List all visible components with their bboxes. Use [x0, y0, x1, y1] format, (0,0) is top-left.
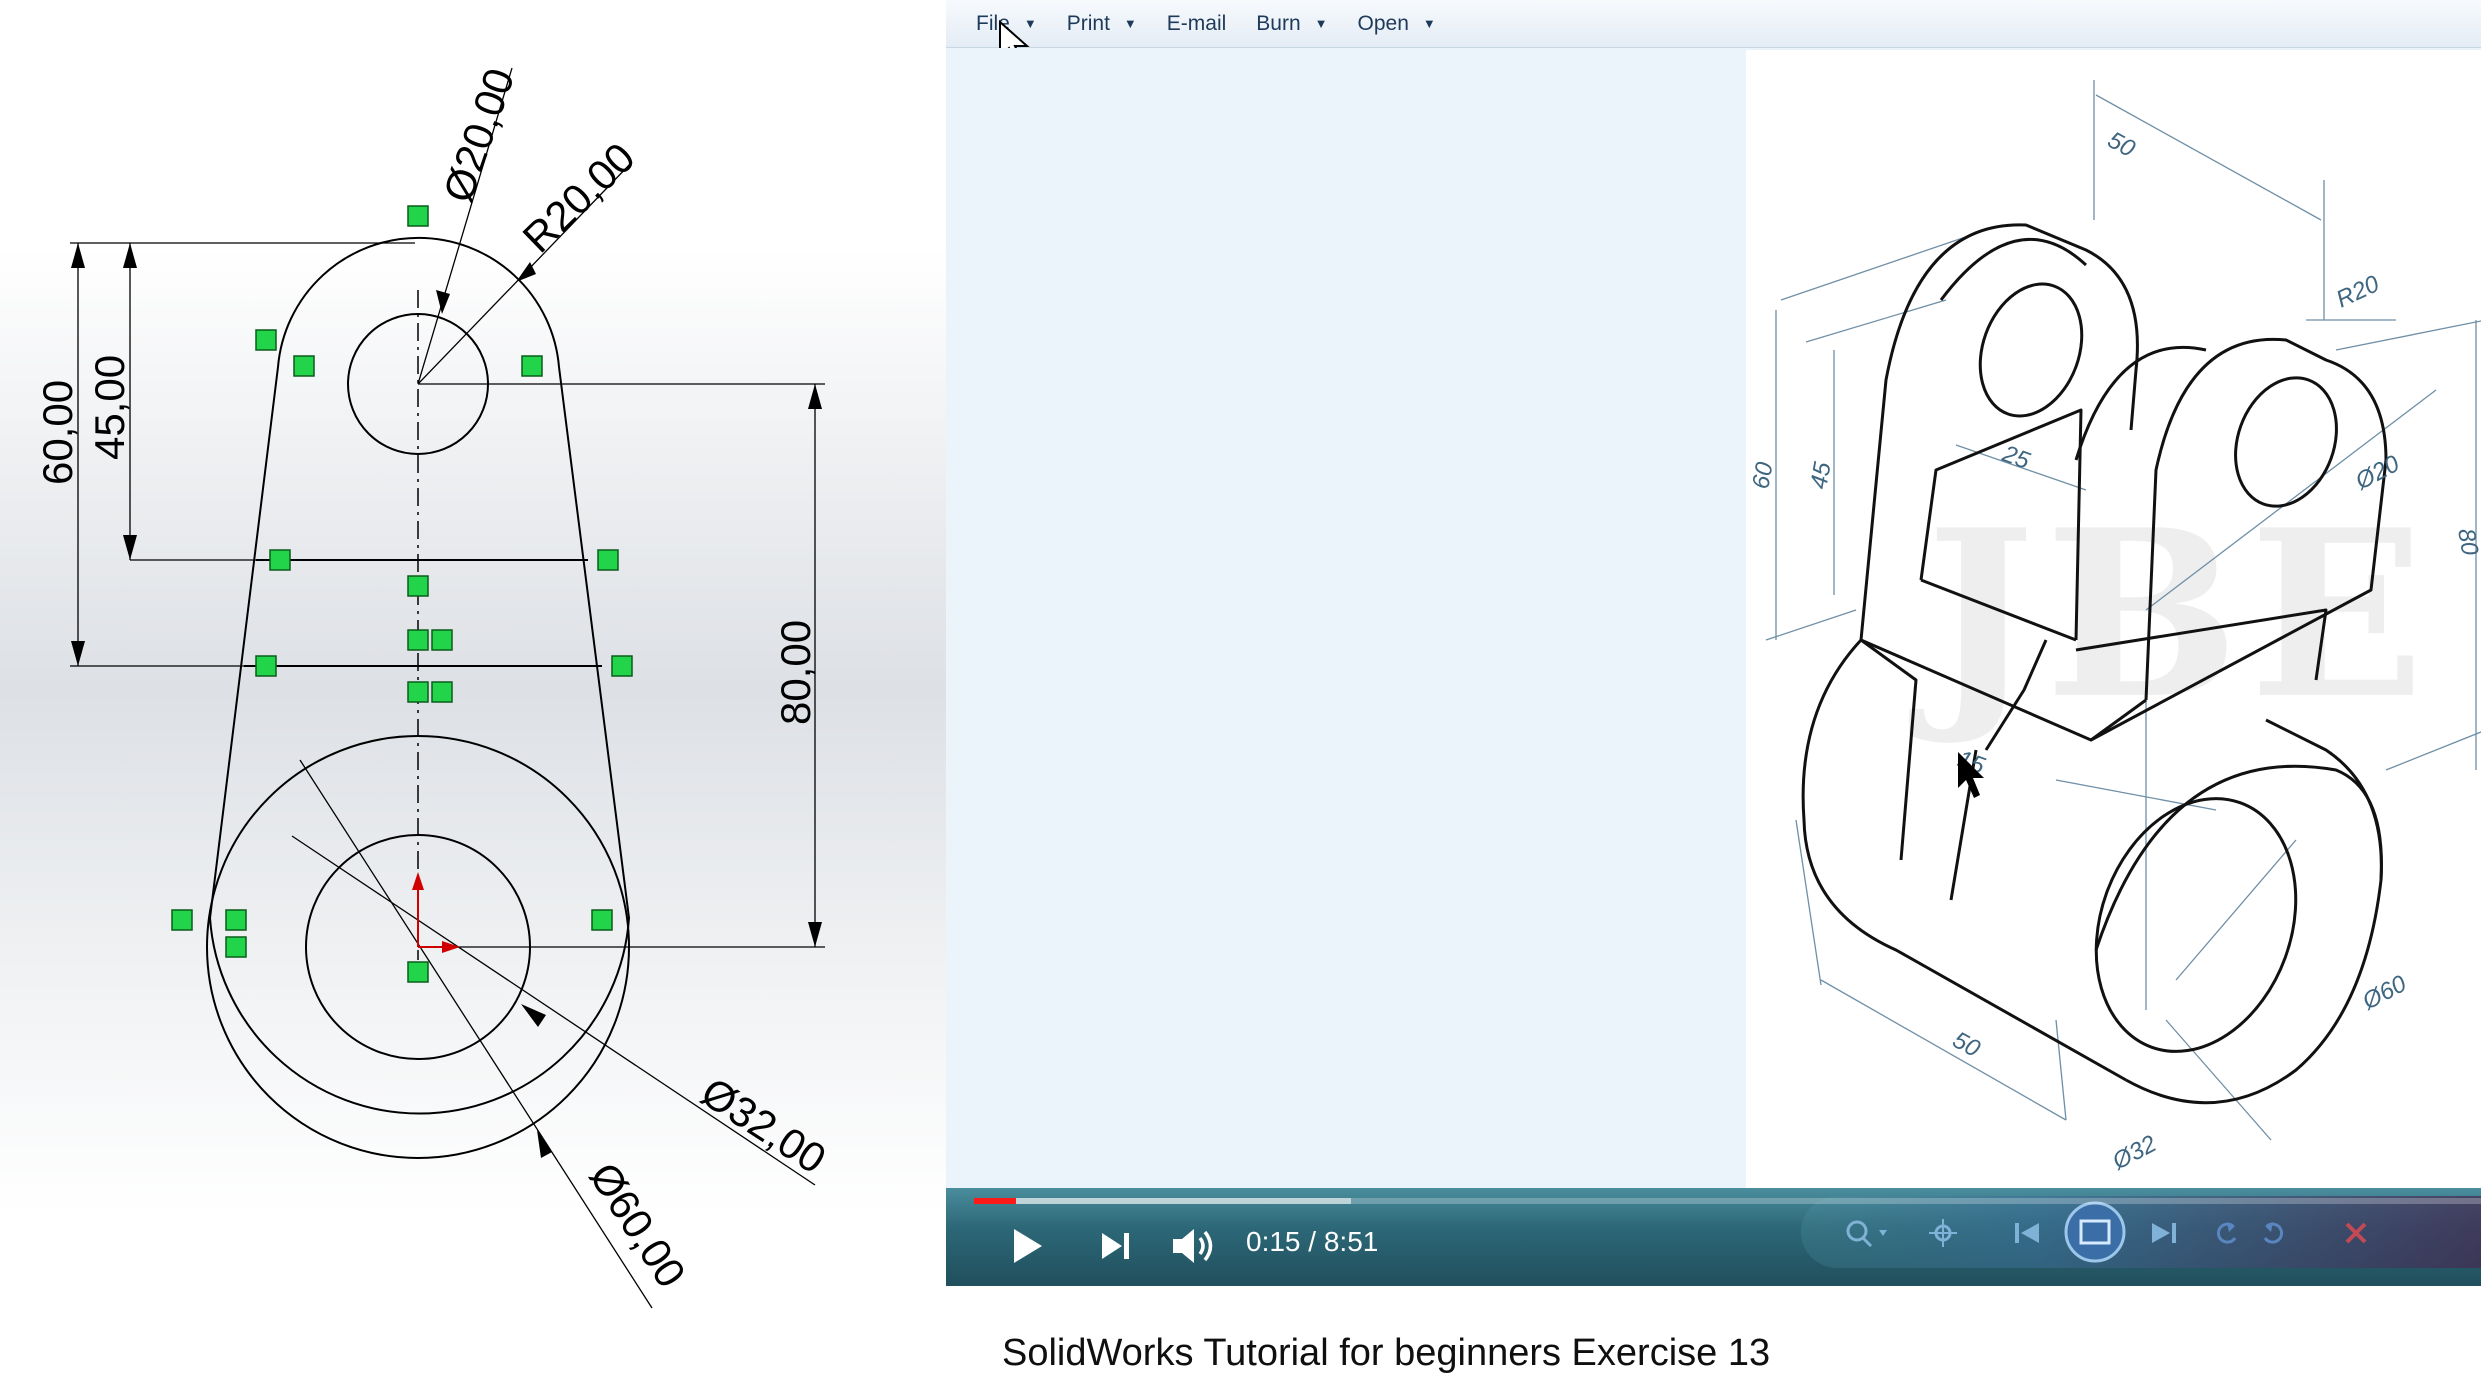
relation-glyph [407, 629, 429, 651]
menu-open[interactable]: Open ▼ [1358, 12, 1436, 36]
relation-glyph [597, 549, 619, 571]
relation-glyph [591, 909, 613, 931]
time-display: 0:15 / 8:51 [1246, 1226, 1378, 1258]
chevron-down-icon: ▼ [1123, 16, 1137, 31]
label-dia-32: Ø32 [2107, 1130, 2161, 1176]
video-player[interactable]: File ▼ Print ▼ E-mail Burn ▼ Open ▼ JBE [946, 0, 2481, 1381]
label-height-45: 45 [1805, 459, 1836, 491]
relation-glyph [255, 329, 277, 351]
dim-radius-top[interactable]: R20,00 [514, 134, 644, 262]
delete-icon[interactable] [2341, 1218, 2371, 1248]
volume-icon[interactable] [1170, 1226, 1218, 1266]
relation-glyph [431, 681, 453, 703]
relation-glyph [171, 909, 193, 931]
progress-played [974, 1198, 1017, 1204]
rotate-right-icon[interactable] [2259, 1218, 2289, 1248]
solidworks-sketch-viewport[interactable]: Ø20,00 R20,00 60,00 45,00 80,00 Ø32,00 Ø… [0, 0, 946, 1381]
relation-glyph [293, 355, 315, 377]
sketch-canvas[interactable]: Ø20,00 R20,00 60,00 45,00 80,00 Ø32,00 Ø… [0, 0, 946, 1381]
menu-burn[interactable]: Burn ▼ [1256, 12, 1327, 36]
dim-dia-top[interactable]: Ø20,00 [434, 62, 523, 208]
relation-glyph [407, 961, 429, 983]
next-icon[interactable] [2146, 1218, 2180, 1248]
relation-glyph [269, 549, 291, 571]
play-icon[interactable] [1010, 1226, 1046, 1266]
dim-height-inner[interactable]: 45,00 [86, 355, 133, 460]
relation-glyph [611, 655, 633, 677]
dim-dia-outer-bottom[interactable]: Ø60,00 [580, 1154, 694, 1295]
label-height-80: 80 [2452, 526, 2481, 558]
label-width-top: 50 [2103, 126, 2140, 163]
menu-label: Open [1357, 11, 1409, 35]
time-total: 8:51 [1323, 1226, 1379, 1257]
slideshow-icon[interactable] [2063, 1200, 2127, 1264]
dim-height-total[interactable]: 60,00 [34, 380, 81, 485]
menu-email[interactable]: E-mail [1167, 12, 1227, 36]
time-current: 0:15 [1246, 1226, 1301, 1257]
menu-label: Print [1066, 11, 1110, 35]
dim-center-distance[interactable]: 80,00 [772, 620, 819, 725]
dim-dia-inner-bottom[interactable]: Ø32,00 [693, 1068, 834, 1182]
skip-next-icon[interactable] [1098, 1230, 1134, 1262]
time-separator: / [1308, 1226, 1317, 1257]
wmp-transport-controls [1801, 1196, 2481, 1268]
label-hole-20: Ø20 [2350, 450, 2404, 496]
relation-glyph [407, 575, 429, 597]
previous-icon[interactable] [2011, 1218, 2045, 1248]
relation-glyph [407, 205, 429, 227]
zoom-icon[interactable] [1841, 1216, 1889, 1250]
video-frame[interactable]: JBE 50 R20 60 45 25 Ø20 80 15 50 Ø60 Ø32 [946, 48, 2481, 1188]
chevron-down-icon: ▼ [1422, 16, 1436, 31]
progress-bar[interactable] [974, 1198, 2481, 1204]
relation-glyph [225, 909, 247, 931]
video-title[interactable]: SolidWorks Tutorial for beginners Exerci… [1002, 1332, 1770, 1375]
relation-glyph [431, 629, 453, 651]
media-control-bar: 0:15 / 8:51 [946, 1188, 2481, 1286]
menu-print[interactable]: Print ▼ [1067, 12, 1137, 36]
label-radius: R20 [2332, 270, 2384, 313]
relation-glyph [255, 655, 277, 677]
relation-glyph [225, 936, 247, 958]
viewer-menu-bar: File ▼ Print ▼ E-mail Burn ▼ Open ▼ [946, 0, 2481, 48]
menu-label: Burn [1256, 11, 1301, 35]
isometric-drawing: JBE 50 R20 60 45 25 Ø20 80 15 50 Ø60 Ø32 [1746, 50, 2481, 1188]
chevron-down-icon: ▼ [1314, 16, 1328, 31]
relation-glyph [521, 355, 543, 377]
label-width-bottom: 50 [1948, 1026, 1985, 1063]
pan-icon[interactable] [1926, 1216, 1960, 1250]
progress-buffered [974, 1198, 1351, 1204]
menu-label: E-mail [1166, 11, 1227, 35]
rotate-left-icon[interactable] [2211, 1218, 2241, 1248]
label-dia-60: Ø60 [2357, 970, 2411, 1016]
relation-glyph [407, 681, 429, 703]
label-height-60: 60 [1747, 459, 1778, 491]
